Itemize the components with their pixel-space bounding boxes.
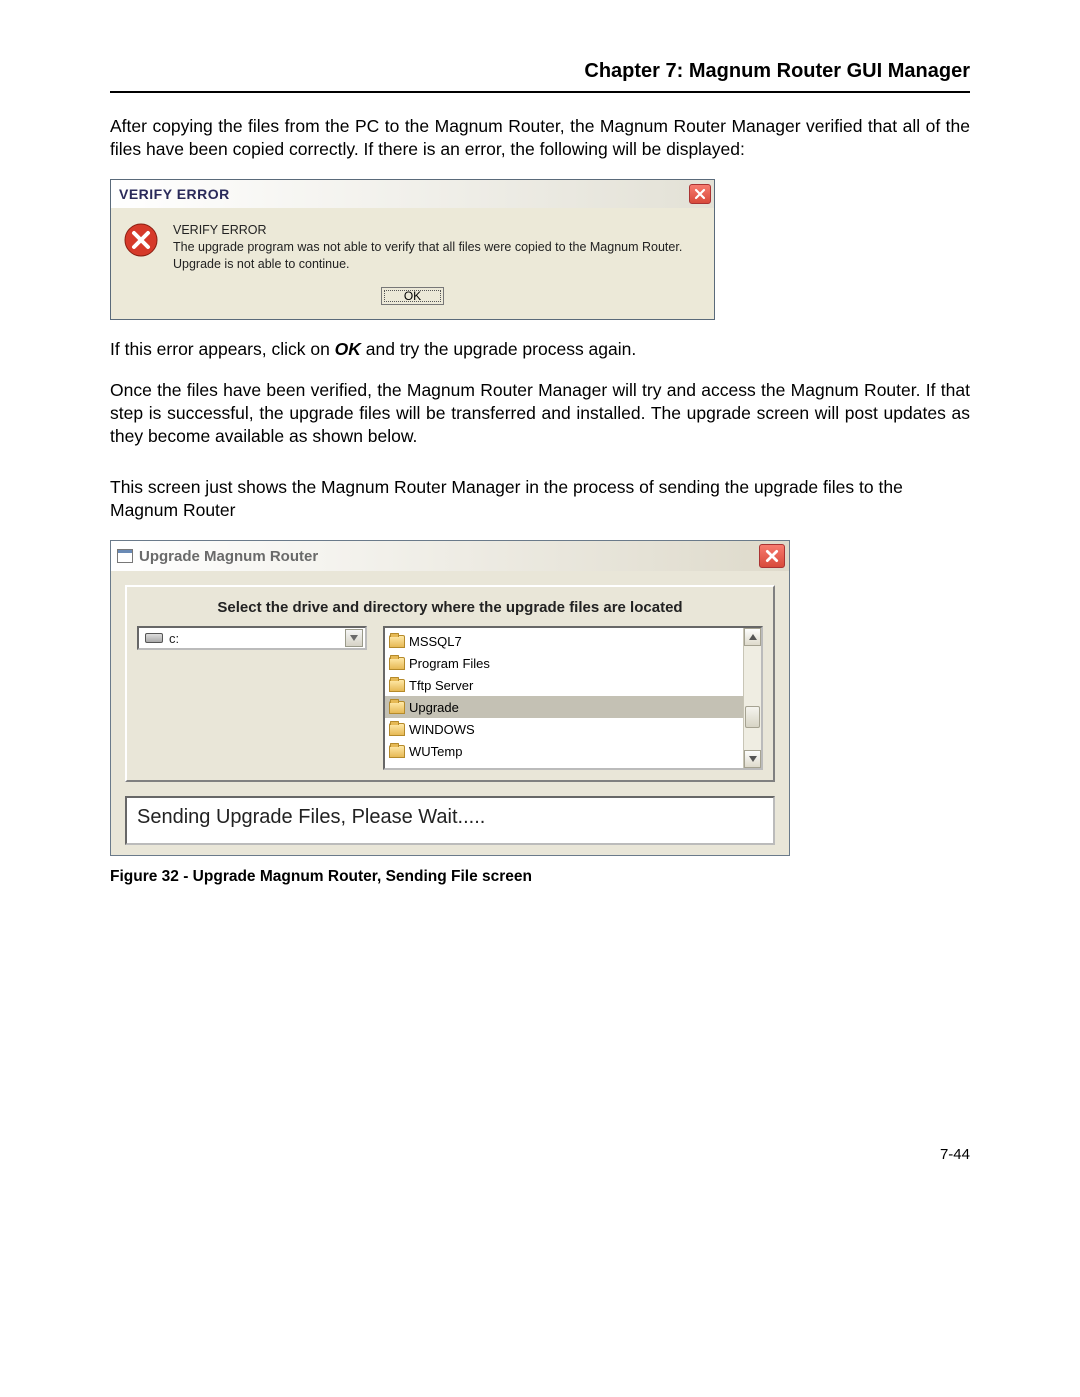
panel-title: Select the drive and directory where the… — [137, 599, 763, 616]
dialog-button-row: OK — [111, 283, 714, 319]
paragraph-1: After copying the files from the PC to t… — [110, 115, 970, 161]
folder-icon — [389, 635, 405, 648]
folder-label: Program Files — [409, 656, 490, 671]
scroll-down-button[interactable] — [744, 750, 761, 768]
ok-emphasis: OK — [335, 339, 361, 359]
scrollbar-track[interactable] — [744, 646, 761, 750]
folder-label: Upgrade — [409, 700, 459, 715]
close-button[interactable] — [759, 544, 785, 568]
close-button[interactable] — [689, 184, 711, 204]
folder-item[interactable]: WINDOWS — [385, 718, 743, 740]
scrollbar[interactable] — [743, 628, 761, 768]
text-fragment: and try the upgrade process again. — [361, 339, 636, 359]
dialog-titlebar: Upgrade Magnum Router — [111, 541, 789, 571]
status-message: Sending Upgrade Files, Please Wait..... — [125, 796, 775, 845]
folder-icon — [389, 701, 405, 714]
folder-item[interactable]: WUTemp — [385, 740, 743, 762]
chevron-up-icon — [749, 634, 757, 640]
folder-label: Tftp Server — [409, 678, 473, 693]
drive-icon — [145, 633, 163, 643]
paragraph-4: This screen just shows the Magnum Router… — [110, 476, 970, 522]
figure-caption: Figure 32 - Upgrade Magnum Router, Sendi… — [110, 868, 970, 886]
folder-label: WUTemp — [409, 744, 462, 759]
folder-item[interactable]: MSSQL7 — [385, 630, 743, 652]
message-line-1: The upgrade program was not able to veri… — [173, 240, 682, 254]
upgrade-dialog: Upgrade Magnum Router Select the drive a… — [110, 540, 790, 856]
chevron-down-icon — [345, 629, 363, 647]
paragraph-2: If this error appears, click on OK and t… — [110, 338, 970, 361]
window-icon — [117, 549, 133, 563]
error-icon — [123, 222, 159, 258]
select-panel: Select the drive and directory where the… — [125, 585, 775, 782]
dialog-titlebar: VERIFY ERROR — [111, 180, 714, 208]
folder-label: WINDOWS — [409, 722, 475, 737]
folder-item[interactable]: Program Files — [385, 652, 743, 674]
folder-icon — [389, 723, 405, 736]
chapter-title: Chapter 7: Magnum Router GUI Manager — [110, 60, 970, 83]
dialog-message: VERIFY ERROR The upgrade program was not… — [173, 222, 682, 273]
folder-item[interactable]: Upgrade — [385, 696, 743, 718]
dialog-title: VERIFY ERROR — [119, 186, 230, 202]
drive-combobox[interactable]: c: — [137, 626, 367, 650]
folder-label: MSSQL7 — [409, 634, 462, 649]
folder-icon — [389, 657, 405, 670]
message-line-2: Upgrade is not able to continue. — [173, 257, 350, 271]
folder-icon — [389, 679, 405, 692]
chevron-down-icon — [749, 756, 757, 762]
divider — [110, 91, 970, 93]
dialog-title: Upgrade Magnum Router — [139, 548, 318, 565]
folder-item[interactable]: Tftp Server — [385, 674, 743, 696]
close-icon — [694, 188, 706, 200]
directory-listbox[interactable]: MSSQL7 Program Files Tftp Server Upgrade WIN… — [383, 626, 763, 770]
dialog-body: VERIFY ERROR The upgrade program was not… — [111, 208, 714, 283]
ok-button[interactable]: OK — [381, 287, 444, 305]
text-fragment: If this error appears, click on — [110, 339, 335, 359]
verify-error-dialog: VERIFY ERROR VERIFY ERROR The upgrade pr… — [110, 179, 715, 320]
scroll-up-button[interactable] — [744, 628, 761, 646]
close-icon — [765, 549, 779, 563]
paragraph-3: Once the files have been verified, the M… — [110, 379, 970, 448]
folder-icon — [389, 745, 405, 758]
drive-selected-label: c: — [169, 631, 179, 646]
scrollbar-thumb[interactable] — [745, 706, 760, 728]
message-header: VERIFY ERROR — [173, 222, 682, 239]
page-number: 7-44 — [110, 1146, 970, 1163]
